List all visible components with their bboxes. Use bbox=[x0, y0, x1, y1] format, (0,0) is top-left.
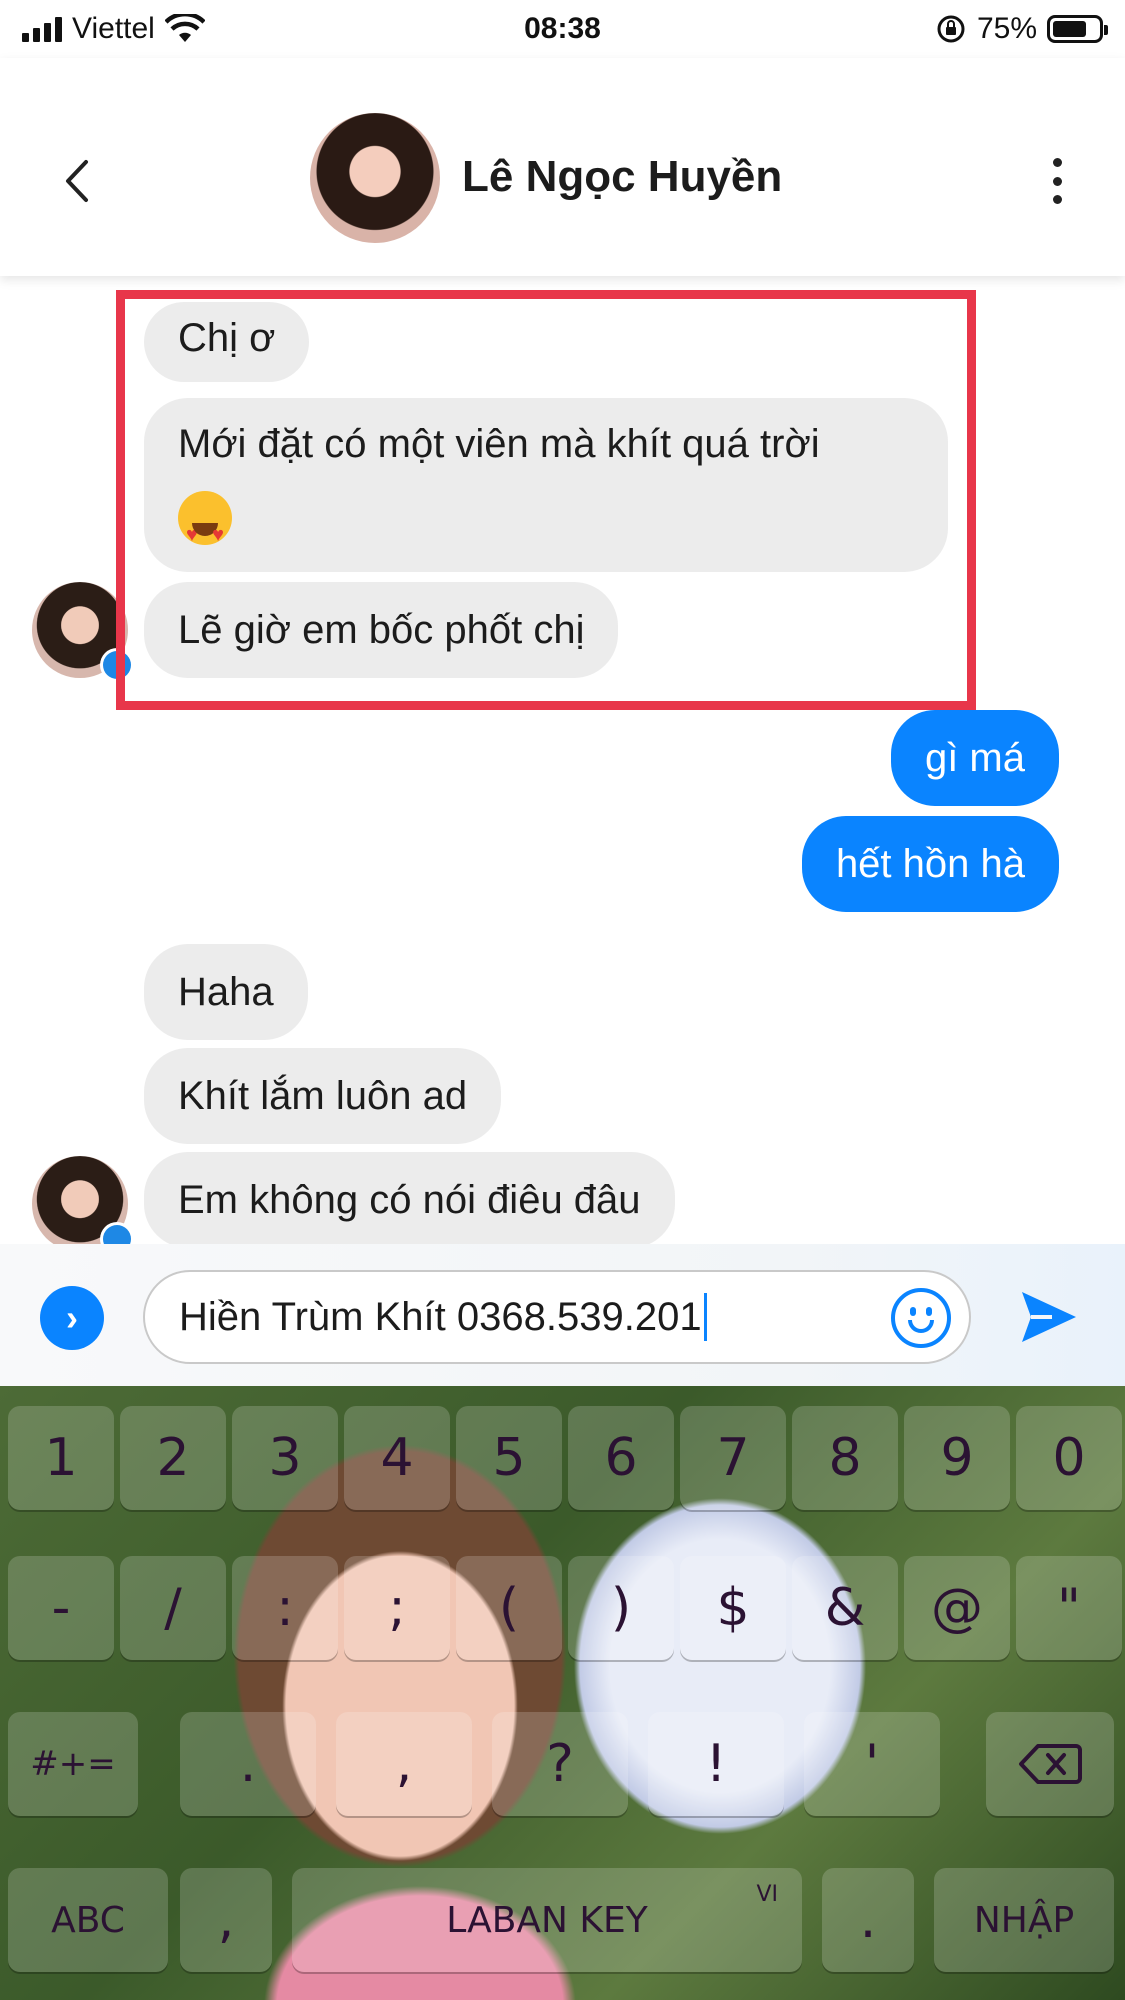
battery-percent: 75% bbox=[976, 12, 1037, 45]
key[interactable]: & bbox=[792, 1556, 898, 1660]
messenger-badge-icon bbox=[100, 1222, 134, 1244]
more-options-icon[interactable] bbox=[1045, 158, 1069, 204]
key[interactable]: 3 bbox=[232, 1406, 338, 1510]
key[interactable]: 5 bbox=[456, 1406, 562, 1510]
signal-icon bbox=[22, 16, 62, 42]
sender-avatar[interactable] bbox=[32, 582, 134, 682]
carrier-label: Viettel bbox=[72, 12, 155, 45]
message-bubble[interactable]: Haha bbox=[144, 944, 308, 1040]
key[interactable]: 2 bbox=[120, 1406, 226, 1510]
highlight-rectangle bbox=[116, 290, 976, 710]
key[interactable]: ? bbox=[492, 1712, 628, 1816]
key[interactable]: ( bbox=[456, 1556, 562, 1660]
rotation-lock-icon bbox=[937, 15, 965, 43]
period-key[interactable]: . bbox=[822, 1868, 914, 1972]
conversation-header: Lê Ngọc Huyền bbox=[0, 58, 1125, 276]
key[interactable]: : bbox=[232, 1556, 338, 1660]
key[interactable]: 1 bbox=[8, 1406, 114, 1510]
backspace-icon bbox=[1019, 1744, 1082, 1784]
key[interactable]: 7 bbox=[680, 1406, 786, 1510]
enter-key[interactable]: NHẬP bbox=[934, 1868, 1114, 1972]
key[interactable]: ' bbox=[804, 1712, 940, 1816]
keyboard: 1 2 3 4 5 6 7 8 9 0 - / : ; ( ) $ & @ " … bbox=[0, 1386, 1125, 2000]
text-caret bbox=[703, 1293, 707, 1341]
key[interactable]: 6 bbox=[568, 1406, 674, 1510]
key[interactable]: $ bbox=[680, 1556, 786, 1660]
contact-avatar[interactable] bbox=[310, 113, 440, 243]
space-key[interactable]: LABAN KEY VI bbox=[292, 1868, 802, 1972]
key[interactable]: 9 bbox=[904, 1406, 1010, 1510]
key[interactable]: / bbox=[120, 1556, 226, 1660]
abc-key[interactable]: ABC bbox=[8, 1868, 168, 1972]
key[interactable]: 4 bbox=[344, 1406, 450, 1510]
backspace-key[interactable] bbox=[986, 1712, 1114, 1816]
message-input-text: Hiền Trùm Khít 0368.539.201 bbox=[179, 1294, 702, 1339]
key[interactable]: ) bbox=[568, 1556, 674, 1660]
key[interactable]: . bbox=[180, 1712, 316, 1816]
message-bubble-outgoing[interactable]: gì má bbox=[890, 710, 1059, 806]
battery-icon bbox=[1047, 15, 1108, 43]
message-thread[interactable]: Chị ơ Mới đặt có một viên mà khít quá tr… bbox=[0, 276, 1125, 1244]
key[interactable]: ; bbox=[344, 1556, 450, 1660]
symbols-toggle-key[interactable]: #+= bbox=[8, 1712, 138, 1816]
key[interactable]: 0 bbox=[1016, 1406, 1122, 1510]
key[interactable]: 8 bbox=[792, 1406, 898, 1510]
expand-actions-button[interactable]: › bbox=[40, 1286, 104, 1350]
back-icon[interactable] bbox=[56, 156, 96, 206]
wifi-icon bbox=[164, 14, 205, 42]
contact-name[interactable]: Lê Ngọc Huyền bbox=[462, 152, 782, 202]
message-bubble[interactable]: Khít lắm luôn ad bbox=[144, 1048, 502, 1144]
status-bar: Viettel 08:38 75% bbox=[0, 0, 1125, 58]
language-indicator: VI bbox=[756, 1882, 778, 1907]
sender-avatar[interactable] bbox=[32, 1156, 134, 1244]
key[interactable]: ! bbox=[648, 1712, 784, 1816]
key[interactable]: @ bbox=[904, 1556, 1010, 1660]
message-bubble-outgoing[interactable]: hết hồn hà bbox=[801, 816, 1059, 912]
message-composer: › Hiền Trùm Khít 0368.539.201 bbox=[0, 1244, 1125, 1386]
comma-key[interactable]: , bbox=[180, 1868, 272, 1972]
key[interactable]: - bbox=[8, 1556, 114, 1660]
message-input[interactable]: Hiền Trùm Khít 0368.539.201 bbox=[143, 1270, 971, 1364]
message-bubble[interactable]: Em không có nói điêu đâu bbox=[144, 1152, 675, 1244]
send-icon[interactable] bbox=[1018, 1286, 1080, 1348]
key[interactable]: " bbox=[1016, 1556, 1122, 1660]
emoji-picker-icon[interactable] bbox=[891, 1288, 951, 1348]
key[interactable]: , bbox=[336, 1712, 472, 1816]
